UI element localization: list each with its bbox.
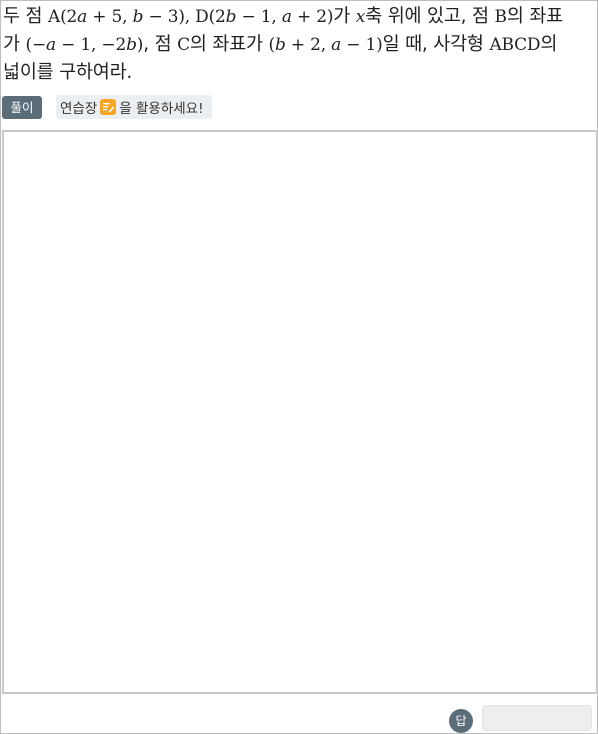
solution-button[interactable]: 풀이	[2, 95, 42, 119]
math-fragment: + 2)	[291, 7, 334, 27]
question-text-fragment: 일 때, 사각형	[382, 34, 490, 55]
math-fragment: C	[177, 35, 190, 55]
question-line-3: 넓이를 구하여라.	[3, 62, 133, 83]
question-text-fragment: 가	[333, 6, 356, 27]
math-fragment: + 2,	[285, 35, 332, 55]
question-text: 두 점 A(2a + 5, b − 3), D(2b − 1, a + 2)가 …	[3, 3, 595, 87]
math-fragment: ABCD	[489, 35, 541, 55]
practice-pad-label: 연습장	[60, 101, 98, 117]
math-variable: b	[126, 35, 137, 55]
practice-pad-hint: 을 활용하세요!	[119, 101, 204, 117]
math-variable: b	[225, 7, 237, 27]
math-variable: a	[281, 7, 292, 27]
pencil-icon	[100, 99, 117, 115]
math-variable: a	[46, 35, 56, 55]
math-fragment: B	[494, 7, 508, 27]
question-text-fragment: 의 좌표가	[189, 34, 269, 55]
question-text-fragment: 의	[540, 34, 558, 55]
practice-canvas[interactable]	[2, 130, 598, 694]
math-variable: a	[331, 35, 342, 55]
math-fragment: − 1,	[236, 7, 282, 27]
math-variable: b	[132, 7, 144, 27]
math-variable: x	[355, 7, 366, 27]
math-variable: a	[77, 7, 88, 27]
math-fragment: (−	[25, 35, 47, 55]
answer-label-icon: 답	[449, 709, 473, 733]
math-fragment: − 3), D(2	[143, 7, 226, 27]
problem-frame: 두 점 A(2a + 5, b − 3), D(2b − 1, a + 2)가 …	[0, 0, 598, 734]
math-fragment: + 5,	[87, 7, 133, 27]
math-fragment: − 1)	[341, 35, 383, 55]
question-text-fragment: 의 좌표	[506, 6, 563, 27]
question-line-1: 두 점 A(2a + 5, b − 3), D(2b − 1, a + 2)가 …	[3, 3, 595, 31]
answer-input[interactable]	[482, 705, 592, 731]
question-text-fragment: 축 위에 있고, 점	[365, 6, 495, 27]
math-fragment: A(2	[48, 7, 78, 27]
question-text-fragment: , 점	[143, 34, 178, 55]
math-fragment: − 1, −2	[55, 35, 127, 55]
math-variable: b	[274, 35, 286, 55]
practice-pad-tip[interactable]: 연습장 을 활용하세요!	[56, 95, 212, 119]
question-text-fragment: 두 점	[3, 6, 49, 27]
solution-toolbar: 풀이 연습장 을 활용하세요!	[2, 95, 212, 119]
question-line-2: 가 (−a − 1, −2b), 점 C의 좌표가 (b + 2, a − 1)…	[3, 31, 595, 59]
question-text-fragment: 가	[3, 34, 26, 55]
